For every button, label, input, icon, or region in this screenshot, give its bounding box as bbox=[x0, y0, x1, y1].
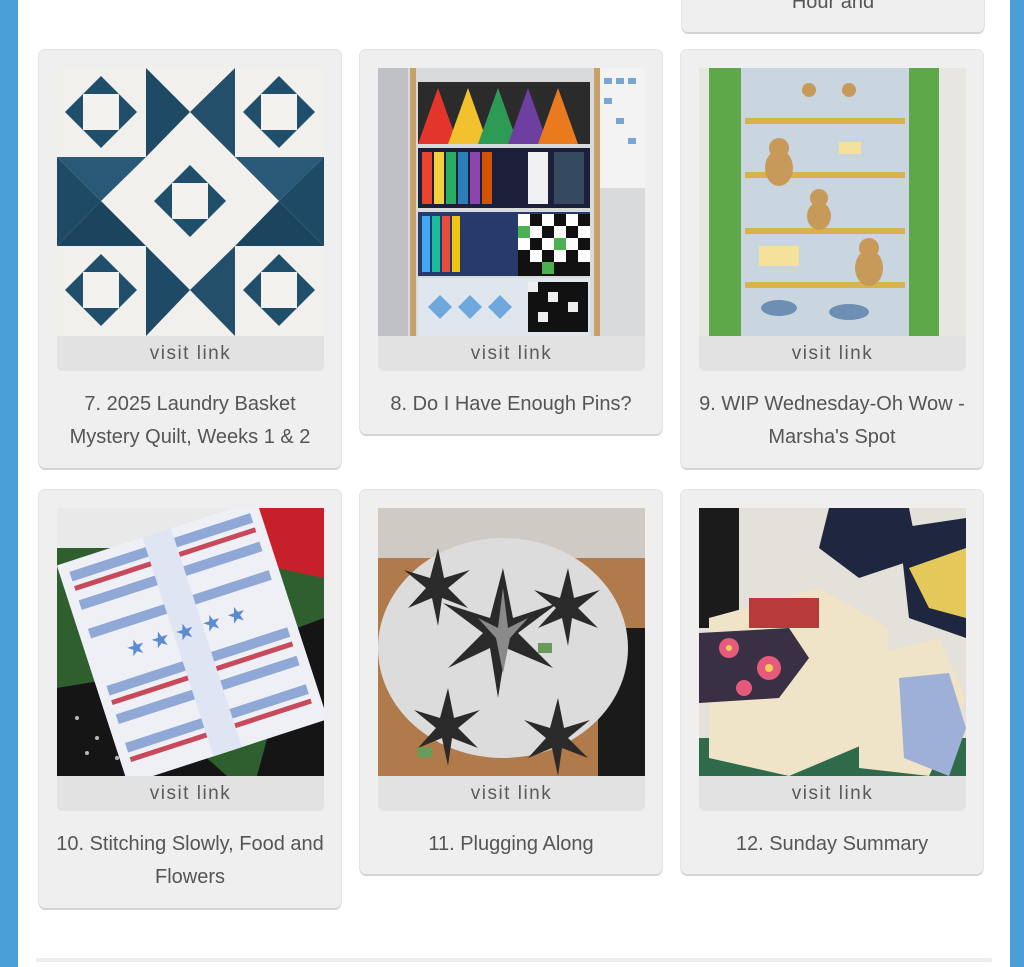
link-thumbnail-11[interactable] bbox=[378, 508, 645, 776]
link-title-11[interactable]: 11. Plugging Along bbox=[370, 828, 652, 861]
link-party-gallery: Hour and visit link 7. 2025 Laundry Bask… bbox=[18, 0, 1010, 967]
visit-link-button-12[interactable]: visit link bbox=[699, 776, 966, 811]
visit-link-button-10[interactable]: visit link bbox=[57, 776, 324, 811]
link-title-10[interactable]: 10. Stitching Slowly, Food and Flowers bbox=[49, 828, 331, 894]
link-thumbnail-7[interactable] bbox=[57, 68, 324, 336]
fabric-scraps-image bbox=[699, 508, 966, 776]
link-card-10[interactable]: ★ ★ ★ ★ ★ visit link 10. Stitching Slowly… bbox=[39, 490, 341, 908]
visit-link-button-11[interactable]: visit link bbox=[378, 776, 645, 811]
link-title-9[interactable]: 9. WIP Wednesday-Oh Wow - Marsha's Spot bbox=[691, 388, 973, 454]
visit-link-button-9[interactable]: visit link bbox=[699, 336, 966, 371]
quilt-star-blocks-image bbox=[57, 68, 324, 336]
link-thumbnail-8[interactable] bbox=[378, 68, 645, 336]
link-card-12[interactable]: visit link 12. Sunday Summary bbox=[681, 490, 983, 874]
section-divider bbox=[36, 958, 992, 962]
quilt-rack-image bbox=[378, 68, 645, 336]
link-thumbnail-10[interactable]: ★ ★ ★ ★ ★ bbox=[57, 508, 324, 776]
link-card-9[interactable]: visit link 9. WIP Wednesday-Oh Wow - Mar… bbox=[681, 50, 983, 468]
right-frame-border bbox=[1010, 0, 1024, 967]
stars-stripes-block-image: ★ ★ ★ ★ ★ bbox=[57, 508, 324, 776]
partial-link-card[interactable]: Hour and bbox=[682, 0, 984, 32]
link-thumbnail-12[interactable] bbox=[699, 508, 966, 776]
link-title-12[interactable]: 12. Sunday Summary bbox=[691, 828, 973, 861]
link-card-8[interactable]: visit link 8. Do I Have Enough Pins? bbox=[360, 50, 662, 434]
baby-quilt-bears-image bbox=[699, 68, 966, 336]
visit-link-button-7[interactable]: visit link bbox=[57, 336, 324, 371]
visit-link-button-8[interactable]: visit link bbox=[378, 336, 645, 371]
link-title-7[interactable]: 7. 2025 Laundry Basket Mystery Quilt, We… bbox=[49, 388, 331, 454]
partial-link-title[interactable]: Hour and bbox=[692, 0, 974, 14]
left-frame-border bbox=[0, 0, 18, 967]
link-title-8[interactable]: 8. Do I Have Enough Pins? bbox=[370, 388, 652, 421]
link-card-7[interactable]: visit link 7. 2025 Laundry Basket Myster… bbox=[39, 50, 341, 468]
black-white-star-quilt-image bbox=[378, 508, 645, 776]
link-thumbnail-9[interactable] bbox=[699, 68, 966, 336]
link-card-11[interactable]: visit link 11. Plugging Along bbox=[360, 490, 662, 874]
